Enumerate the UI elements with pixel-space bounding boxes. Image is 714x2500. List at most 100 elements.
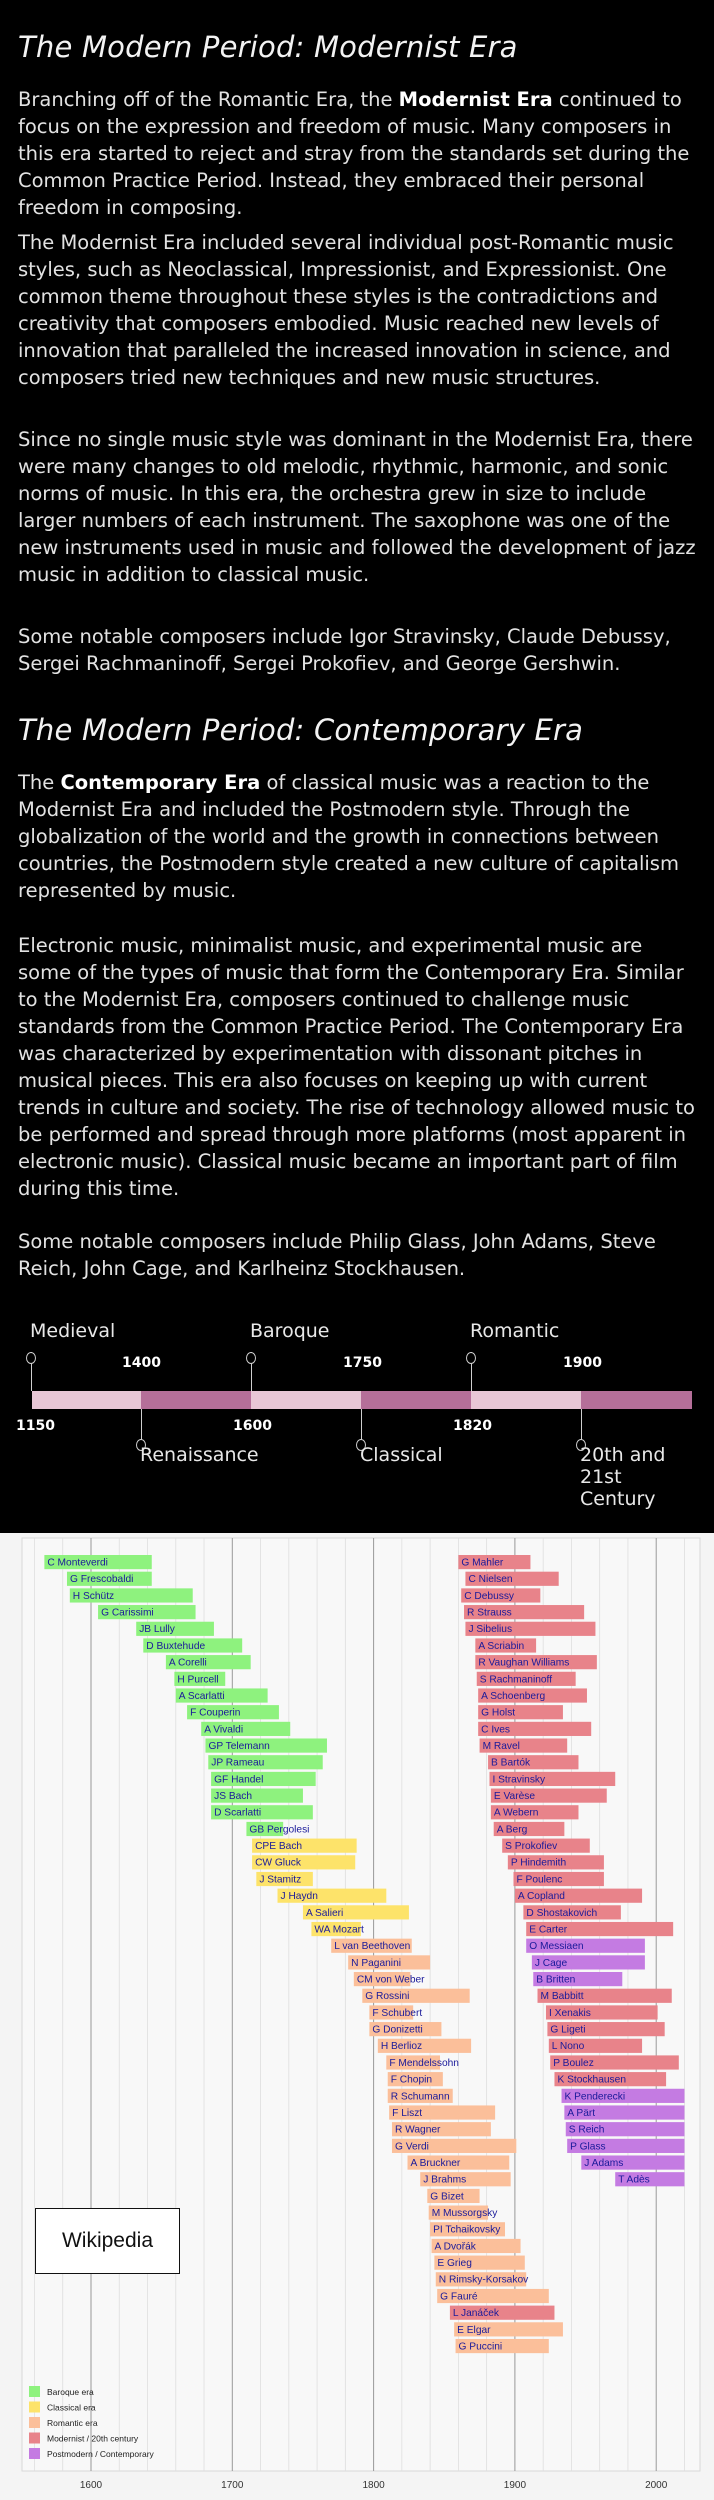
composer-label: C Ives	[481, 1724, 510, 1735]
composer-label: J Adams	[584, 2158, 623, 2169]
composer-label: F Poulenc	[516, 1874, 562, 1885]
composer-label: S Rachmaninoff	[480, 1674, 552, 1685]
legend-label: Classical era	[47, 2403, 96, 2413]
x-tick-label: 1900	[504, 2480, 527, 2491]
composer-label: B Bartók	[491, 1758, 531, 1769]
contemporary-heading: The Modern Period: Contemporary Era	[18, 713, 584, 747]
composer-label: T Adès	[618, 2175, 650, 2186]
composer-label: J Cage	[535, 1958, 568, 1969]
composer-label: C Monteverdi	[47, 1558, 108, 1569]
timeline-marker-pin	[466, 1352, 476, 1364]
composer-label: CPE Bach	[255, 1841, 302, 1852]
modernist-heading: The Modern Period: Modernist Era	[18, 30, 518, 64]
composer-label: H Purcell	[177, 1674, 218, 1685]
composer-label: L Nono	[552, 2041, 585, 2052]
x-tick-label: 2000	[645, 2480, 668, 2491]
timeline-segment-20th-century	[581, 1391, 692, 1409]
composer-label: A Berg	[497, 1824, 528, 1835]
modernist-paragraph-1: Branching off of the Romantic Era, the M…	[18, 86, 698, 221]
composer-label: C Debussy	[464, 1591, 515, 1602]
composer-label: L van Beethoven	[334, 1941, 410, 1952]
contemporary-p1-text-a: The	[18, 771, 61, 794]
composer-label: G Holst	[481, 1708, 515, 1719]
composer-label: A Webern	[494, 1808, 539, 1819]
timeline-marker-pin	[26, 1352, 36, 1364]
composer-label: A Bruckner	[411, 2158, 461, 2169]
composer-label: J Sibelius	[468, 1624, 512, 1635]
legend-swatch	[29, 2401, 40, 2413]
composer-label: G Verdi	[395, 2141, 429, 2152]
contemporary-paragraph-1: The Contemporary Era of classical music …	[18, 769, 698, 904]
composer-label: PI Tchaikovsky	[433, 2225, 501, 2236]
timeline-year: 1600	[233, 1418, 272, 1434]
composer-label: F Liszt	[392, 2108, 422, 2119]
composer-label: R Vaughan Williams	[478, 1658, 569, 1669]
composer-label: A Scriabin	[478, 1641, 524, 1652]
composer-label: R Wagner	[395, 2125, 441, 2136]
composer-label: E Elgar	[457, 2325, 491, 2336]
legend-label: Postmodern / Contemporary	[47, 2449, 155, 2459]
wikipedia-watermark: Wikipedia	[35, 2208, 180, 2274]
composer-label: F Couperin	[190, 1708, 240, 1719]
article-body: The Modern Period: Modernist Era Branchi…	[0, 0, 714, 1533]
era-timeline: Medieval Baroque Romantic Renaissance Cl…	[0, 1310, 714, 1510]
legend-swatch	[29, 2386, 40, 2397]
timeline-year: 1150	[16, 1418, 55, 1434]
composer-label: R Schumann	[391, 2091, 450, 2102]
legend-label: Baroque era	[47, 2387, 94, 2397]
composer-label: JP Rameau	[211, 1758, 264, 1769]
modernist-p1-bold: Modernist Era	[398, 88, 553, 111]
composer-label: A Dvořák	[435, 2241, 477, 2252]
composer-label: J Haydn	[281, 1891, 318, 1902]
plot-area	[21, 1537, 701, 2472]
timeline-segment-medieval	[32, 1391, 141, 1409]
timeline-segment-classical	[361, 1391, 471, 1409]
composer-label: A Corelli	[169, 1658, 207, 1669]
wikipedia-watermark-text: Wikipedia	[61, 2229, 154, 2252]
modernist-paragraph-4: Some notable composers include Igor Stra…	[18, 625, 671, 675]
timeline-label-classical: Classical	[360, 1444, 443, 1466]
composer-label: A Vivaldi	[204, 1724, 243, 1735]
composer-label: F Chopin	[391, 2075, 432, 2086]
composer-label: D Shostakovich	[526, 1908, 597, 1919]
composer-label: G Puccini	[459, 2341, 503, 2352]
composer-label: A Schoenberg	[481, 1691, 545, 1702]
composer-label: WA Mozart	[314, 1924, 364, 1935]
composer-label: M Mussorgsky	[432, 2208, 499, 2219]
timeline-segment-romantic	[471, 1391, 581, 1409]
modernist-p1-text-a: Branching off of the Romantic Era, the	[18, 88, 399, 111]
composer-label: H Schütz	[73, 1591, 114, 1602]
x-tick-label: 1800	[362, 2480, 385, 2491]
composer-label: I Xenakis	[549, 2008, 591, 2019]
composer-label: G Donizetti	[372, 2025, 422, 2036]
composer-label: D Buxtehude	[146, 1641, 205, 1652]
composer-chart-svg: 1600 1700 1800 1900 2000 C Monteverdi G Fresco…	[21, 1537, 701, 2491]
composer-label: GF Handel	[214, 1774, 263, 1785]
composer-label: J Stamitz	[259, 1874, 301, 1885]
composer-label: H Berlioz	[381, 2041, 422, 2052]
legend-swatch	[29, 2448, 40, 2459]
timeline-label-20th-century: 20th and 21st Century	[580, 1444, 666, 1510]
composer-label: S Reich	[569, 2125, 605, 2136]
composer-timeline-chart: 1600 1700 1800 1900 2000 C Monteverdi G Fresco…	[0, 1533, 714, 2500]
legend-label: Modernist / 20th century	[47, 2434, 139, 2444]
composer-label: I Stravinsky	[492, 1774, 546, 1785]
legend-swatch	[29, 2417, 40, 2428]
contemporary-p1-bold: Contemporary Era	[60, 771, 261, 794]
composer-label: A Pärt	[567, 2108, 595, 2119]
composer-label: M Babbitt	[541, 1991, 584, 2002]
composer-label: G Ligeti	[550, 2025, 585, 2036]
composer-label: CM von Weber	[357, 1975, 425, 1986]
composer-label: JS Bach	[214, 1791, 252, 1802]
composer-label: K Penderecki	[565, 2091, 626, 2102]
timeline-year: 1400	[122, 1355, 161, 1371]
composer-label: JB Lully	[139, 1624, 176, 1635]
composer-label: R Strauss	[467, 1608, 512, 1619]
composer-label: A Scarlatti	[179, 1691, 225, 1702]
contemporary-paragraph-2: Electronic music, minimalist music, and …	[18, 934, 695, 1200]
composer-label: P Boulez	[553, 2058, 594, 2069]
composer-label: P Hindemith	[511, 1858, 566, 1869]
composer-label: K Stockhausen	[557, 2075, 626, 2086]
timeline-segment-renaissance	[141, 1391, 251, 1409]
composer-label: E Grieg	[437, 2258, 472, 2269]
